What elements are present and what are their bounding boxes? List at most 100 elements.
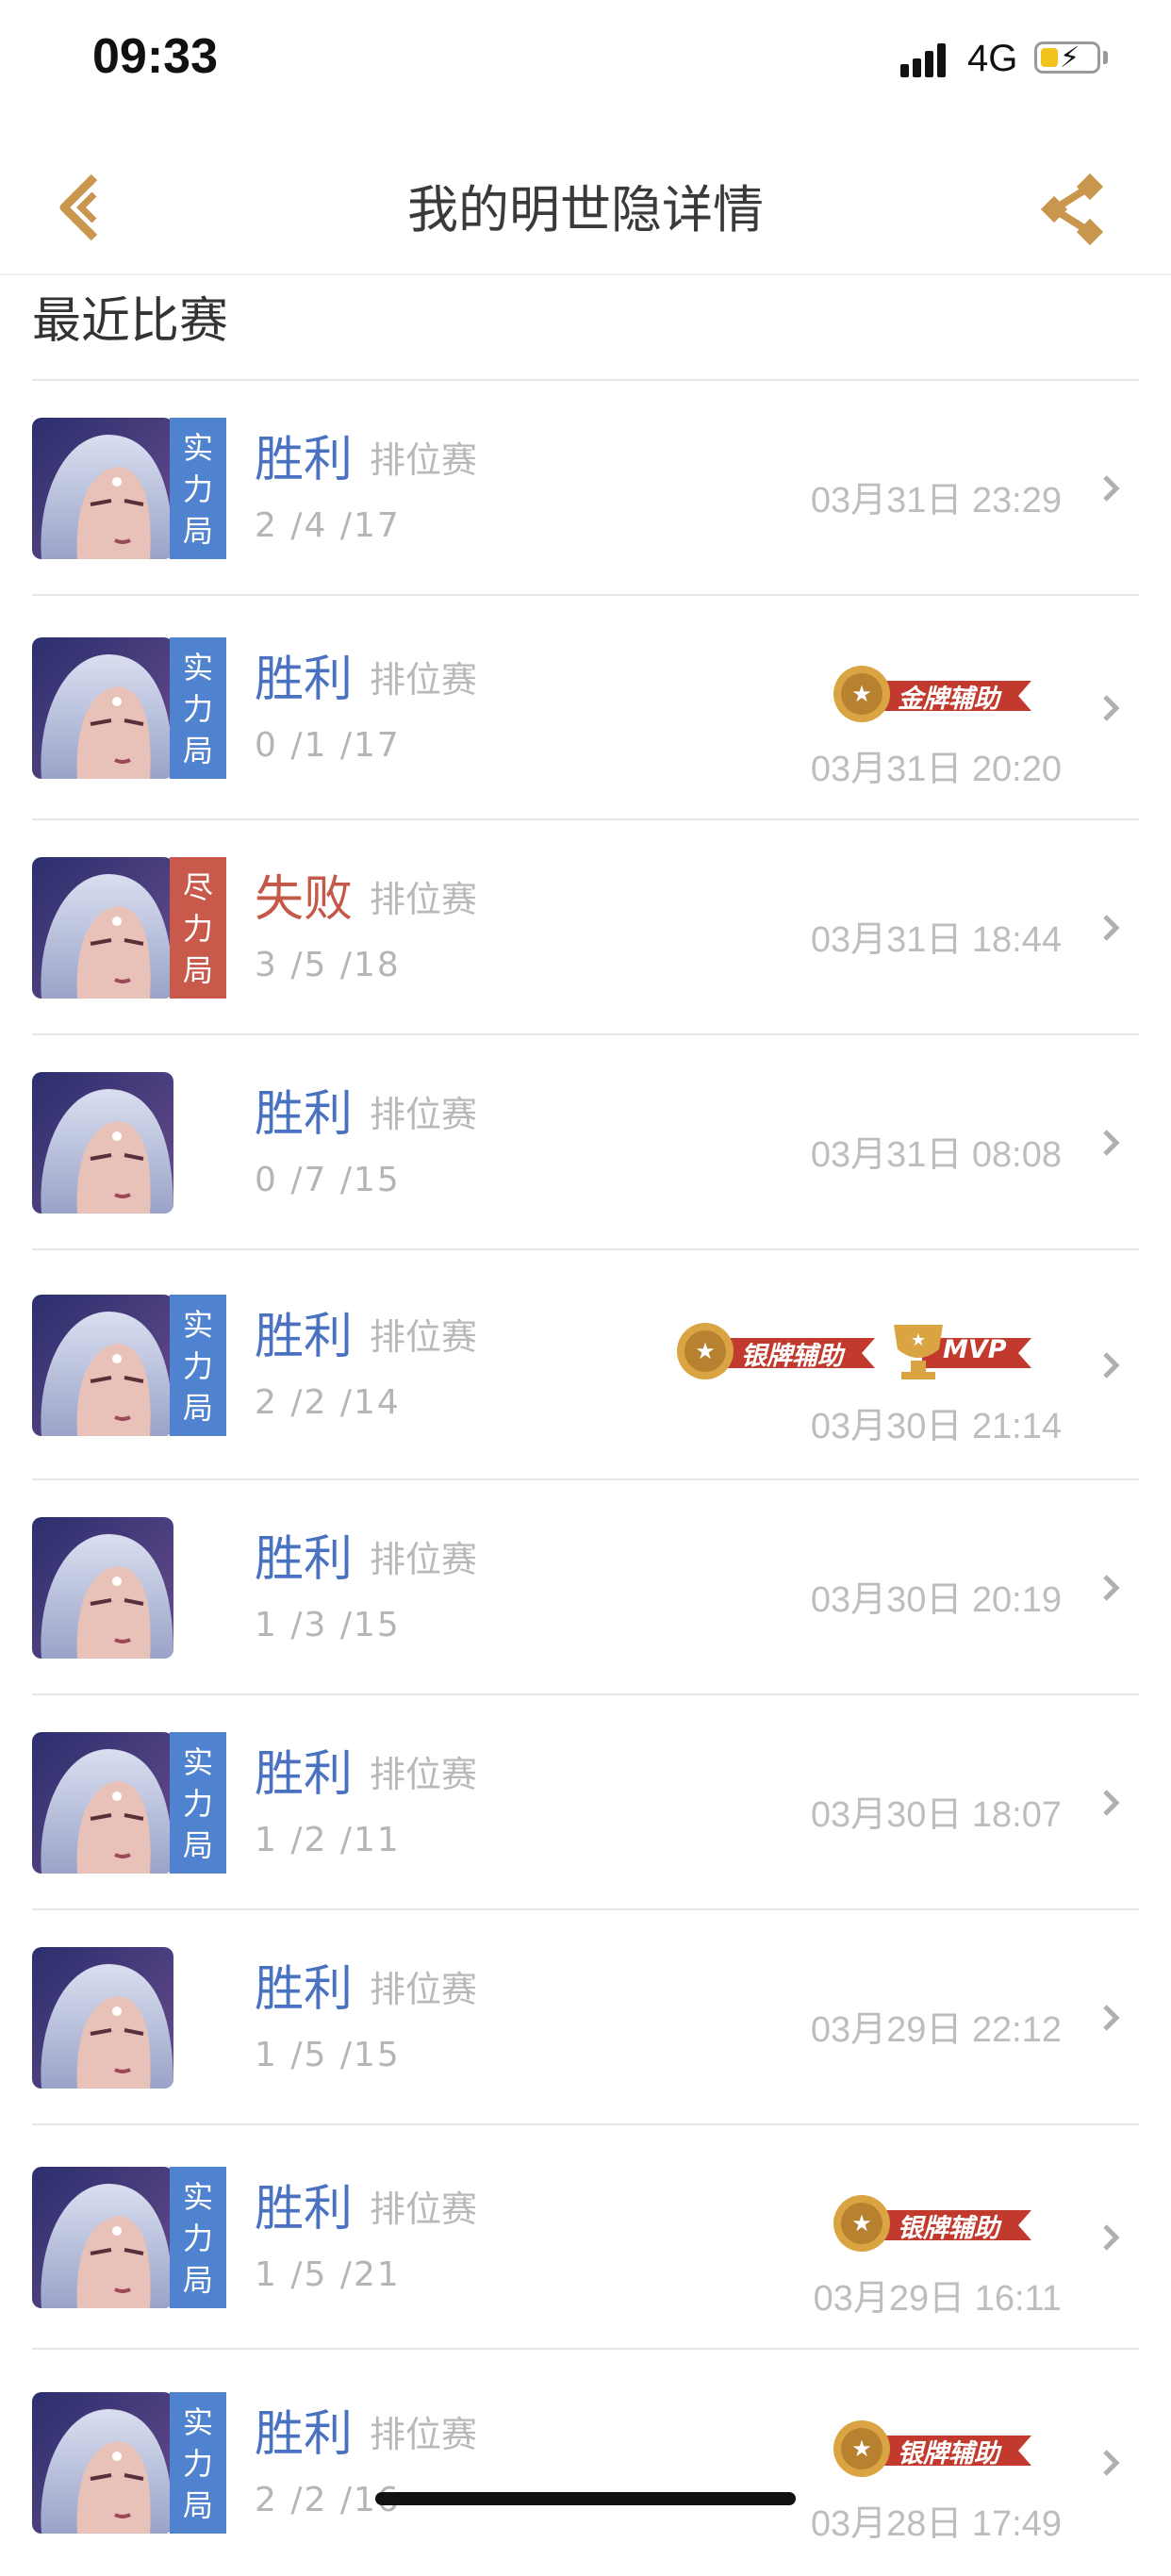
chevron-right-icon[interactable]: [1097, 1126, 1126, 1160]
match-kda: 3 /5 /18: [255, 946, 401, 984]
match-result: 胜利: [255, 1086, 354, 1143]
svg-text:★: ★: [911, 1330, 926, 1350]
match-mode: 排位赛: [370, 1316, 478, 1358]
match-result: 胜利: [255, 432, 354, 488]
match-date: 03月28日 17:49: [810, 2504, 1062, 2544]
match-row[interactable]: 实 力 局胜利 排位赛 0 /1 /17 03月31日 20:20 ★ 金牌辅助: [32, 594, 1139, 820]
match-badge: 实 力 局: [170, 637, 226, 779]
support-medal-icon: ★ 银牌辅助: [828, 2415, 1035, 2481]
match-result: 胜利: [255, 1961, 354, 2018]
medal-label: 金牌辅助: [898, 685, 999, 714]
chevron-right-icon[interactable]: [1097, 691, 1126, 725]
match-date: 03月30日 20:19: [810, 1580, 1062, 1620]
svg-text:★: ★: [851, 681, 872, 707]
match-row[interactable]: 实 力 局胜利 排位赛 1 /5 /21 03月29日 16:11 ★ 银牌辅助: [32, 2123, 1139, 2350]
chevron-right-icon[interactable]: [1097, 1786, 1126, 1820]
hero-avatar: [32, 1947, 173, 2089]
match-result: 胜利: [255, 1531, 354, 1588]
hero-avatar: [32, 1517, 173, 1659]
nav-bar: 我的明世隐详情: [0, 123, 1171, 275]
svg-text:★: ★: [851, 2210, 872, 2237]
match-date: 03月29日 22:12: [810, 2010, 1062, 2050]
match-row[interactable]: 实 力 局胜利 排位赛 1 /2 /11 03月30日 18:07: [32, 1693, 1139, 1910]
match-row[interactable]: 胜利 排位赛 0 /7 /15 03月31日 08:08: [32, 1033, 1139, 1250]
match-date: 03月29日 16:11: [813, 2279, 1062, 2319]
match-badge: 实 力 局: [170, 1295, 226, 1436]
hero-avatar: [32, 1732, 173, 1874]
hero-avatar: [32, 418, 173, 559]
match-date: 03月30日 18:07: [810, 1795, 1062, 1835]
match-date: 03月31日 18:44: [810, 920, 1062, 960]
match-kda: 1 /5 /15: [255, 2036, 401, 2074]
page-title: 我的明世隐详情: [407, 180, 764, 239]
support-medal-icon: ★ 金牌辅助: [828, 660, 1035, 726]
status-time: 09:33: [92, 29, 218, 84]
match-mode: 排位赛: [370, 879, 478, 920]
match-row[interactable]: 胜利 排位赛 1 /3 /15 03月30日 20:19: [32, 1478, 1139, 1695]
status-bar: 09:33 4G ⚡: [0, 0, 1171, 123]
match-kda: 1 /5 /21: [255, 2255, 401, 2294]
hero-avatar: [32, 637, 173, 779]
match-badge: 实 力 局: [170, 2167, 226, 2308]
match-badge: 实 力 局: [170, 2392, 226, 2534]
chevron-right-icon[interactable]: [1097, 2221, 1126, 2254]
medal-label: 银牌辅助: [898, 2439, 999, 2469]
battery-icon: ⚡: [1034, 41, 1100, 74]
match-badge: 实 力 局: [170, 1732, 226, 1874]
match-mode: 排位赛: [370, 2188, 478, 2230]
chevron-right-icon[interactable]: [1097, 471, 1126, 505]
match-result: 失败: [255, 871, 354, 928]
match-mode: 排位赛: [370, 1754, 478, 1795]
network-label: 4G: [967, 38, 1018, 79]
match-row[interactable]: 实 力 局胜利 排位赛 2 /2 /14 03月30日 21:14 ★ MVP ★ 银牌辅助: [32, 1248, 1139, 1480]
match-kda: 2 /2 /14: [255, 1383, 401, 1422]
hero-avatar: [32, 2167, 173, 2308]
chevron-right-icon[interactable]: [1097, 911, 1126, 945]
svg-text:★: ★: [851, 2436, 872, 2462]
match-mode: 排位赛: [370, 439, 478, 481]
match-row[interactable]: 胜利 排位赛 1 /5 /15 03月29日 22:12: [32, 1908, 1139, 2125]
match-badge: 尽 力 局: [170, 857, 226, 999]
match-kda: 1 /3 /15: [255, 1606, 401, 1644]
match-row[interactable]: 尽 力 局失败 排位赛 3 /5 /18 03月31日 18:44: [32, 818, 1139, 1035]
signal-icon: [900, 41, 953, 77]
chevron-right-icon[interactable]: [1097, 2446, 1126, 2480]
mvp-medal-icon: ★ MVP: [884, 1317, 1035, 1383]
match-kda: 1 /2 /11: [255, 1821, 401, 1859]
match-kda: 2 /4 /17: [255, 506, 401, 545]
match-result: 胜利: [255, 2406, 354, 2463]
match-date: 03月31日 08:08: [810, 1135, 1062, 1175]
match-date: 03月31日 20:20: [810, 750, 1062, 789]
match-result: 胜利: [255, 1309, 354, 1365]
svg-text:★: ★: [695, 1338, 716, 1364]
chevron-right-icon[interactable]: [1097, 2001, 1126, 2035]
match-date: 03月31日 23:29: [810, 481, 1062, 520]
hero-avatar: [32, 2392, 173, 2534]
medal-label: 银牌辅助: [741, 1342, 843, 1371]
hero-avatar: [32, 1295, 173, 1436]
match-mode: 排位赛: [370, 1539, 478, 1580]
match-badge: 实 力 局: [170, 418, 226, 559]
chevron-right-icon[interactable]: [1097, 1348, 1126, 1382]
match-row[interactable]: 实 力 局胜利 排位赛 2 /4 /17 03月31日 23:29: [32, 379, 1139, 596]
match-result: 胜利: [255, 1746, 354, 1803]
support-medal-icon: ★ 银牌辅助: [828, 2189, 1035, 2255]
match-date: 03月30日 21:14: [810, 1407, 1062, 1446]
match-kda: 0 /1 /17: [255, 726, 401, 765]
match-mode: 排位赛: [370, 2414, 478, 2455]
medal-label: 银牌辅助: [898, 2214, 999, 2243]
match-row[interactable]: 实 力 局胜利 排位赛 2 /2 /16 03月28日 17:49 ★ 银牌辅助: [32, 2348, 1139, 2576]
chevron-right-icon[interactable]: [1097, 1571, 1126, 1605]
medal-label: MVP: [943, 1335, 1007, 1364]
match-result: 胜利: [255, 2181, 354, 2237]
hero-avatar: [32, 1072, 173, 1214]
match-mode: 排位赛: [370, 1094, 478, 1135]
support-medal-icon: ★ 银牌辅助: [671, 1317, 879, 1383]
match-result: 胜利: [255, 652, 354, 708]
section-title: 最近比赛: [32, 293, 229, 350]
share-icon[interactable]: [1037, 170, 1113, 245]
hero-avatar: [32, 857, 173, 999]
match-mode: 排位赛: [370, 659, 478, 701]
match-kda: 0 /7 /15: [255, 1161, 401, 1199]
home-indicator: [375, 2492, 796, 2505]
